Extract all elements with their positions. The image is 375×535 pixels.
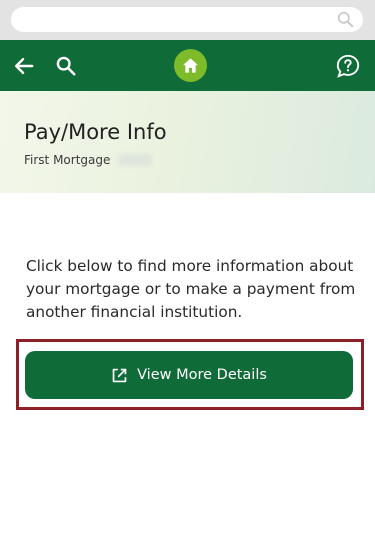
search-icon[interactable] bbox=[337, 11, 354, 28]
info-description: Click below to find more information abo… bbox=[26, 257, 356, 321]
masked-account-number bbox=[118, 154, 153, 166]
view-more-details-label: View More Details bbox=[137, 367, 267, 383]
search-icon bbox=[56, 56, 76, 76]
header-search-button[interactable] bbox=[52, 40, 80, 91]
account-subtitle: First Mortgage bbox=[24, 153, 153, 167]
home-icon bbox=[182, 58, 198, 73]
arrow-left-icon bbox=[15, 57, 34, 74]
address-bar[interactable] bbox=[11, 7, 363, 32]
browser-chrome bbox=[0, 0, 375, 40]
help-button[interactable] bbox=[332, 40, 364, 91]
home-badge bbox=[173, 49, 207, 82]
help-chat-icon bbox=[336, 54, 360, 78]
home-button[interactable] bbox=[173, 40, 207, 91]
view-more-details-button[interactable]: View More Details bbox=[25, 351, 353, 399]
page-title: Pay/More Info bbox=[24, 120, 167, 144]
account-type-label: First Mortgage bbox=[24, 153, 111, 167]
back-button[interactable] bbox=[10, 40, 38, 91]
app-header bbox=[0, 40, 375, 91]
external-link-icon bbox=[111, 367, 128, 384]
